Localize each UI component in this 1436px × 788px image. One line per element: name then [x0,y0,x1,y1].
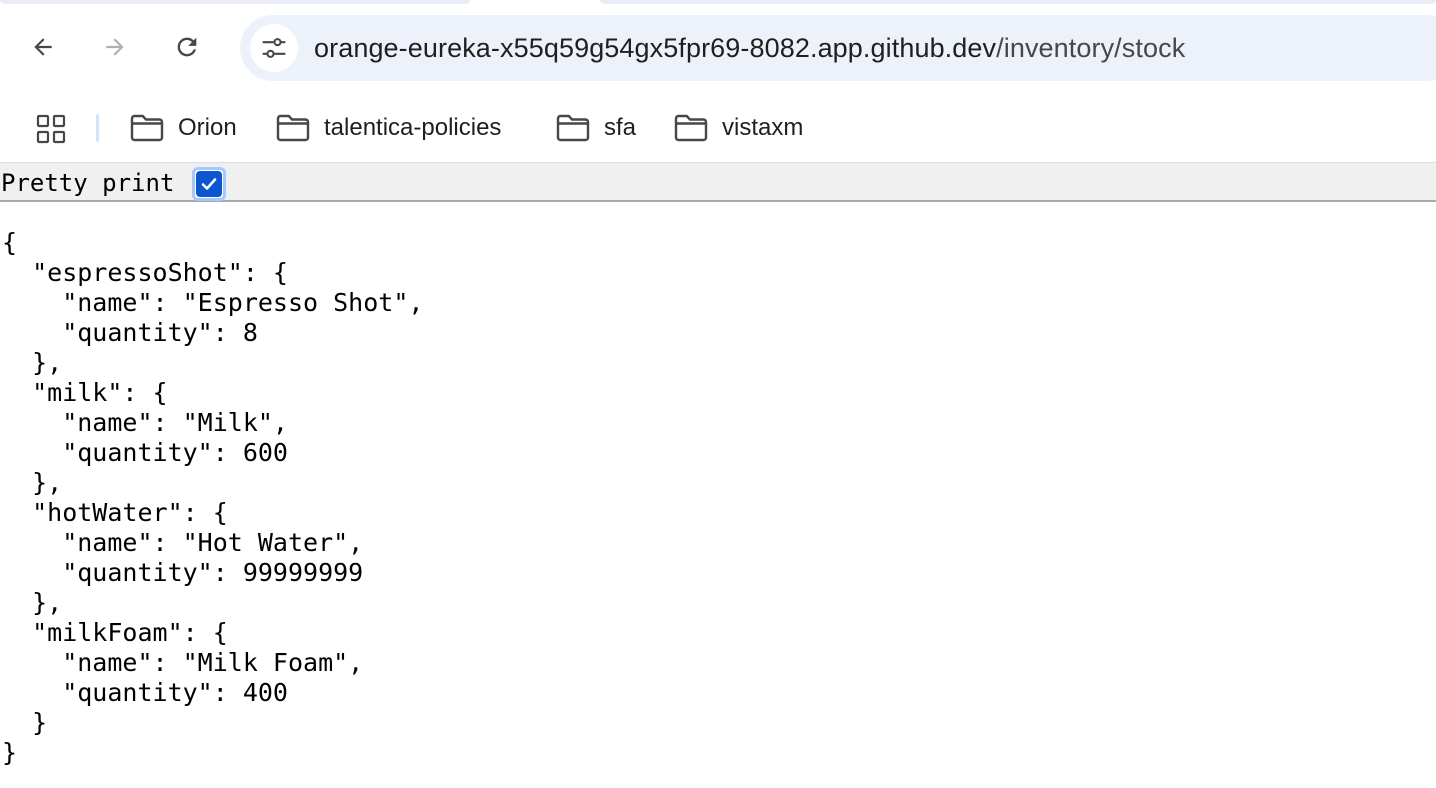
pretty-print-label: Pretty print [1,169,175,197]
forward-button[interactable] [94,26,136,68]
tab-strip [0,0,1436,6]
json-content: { "espressoShot": { "name": "Espresso Sh… [2,228,424,767]
pretty-print-checkbox[interactable] [192,167,226,201]
bookmark-folder-talentica-policies[interactable]: talentica-policies [276,110,501,146]
url-text[interactable]: orange-eureka-x55q59g54gx5fpr69-8082.app… [314,32,1185,64]
bookmarks-bar: Orion talentica-policies sfa vistaxm [0,100,1436,156]
apps-button[interactable] [36,114,66,149]
bookmark-label: Orion [178,114,237,141]
arrow-left-icon [34,38,52,56]
site-info-button[interactable] [250,24,298,72]
tune-icon [262,38,286,58]
bookmark-label: sfa [604,114,637,141]
url-host: orange-eureka-x55q59g54gx5fpr69-8082.app… [314,33,997,63]
checkmark-icon [201,178,217,190]
grid-icon [36,114,66,144]
bookmark-label: vistaxm [722,114,804,141]
folder-icon [276,114,310,142]
reload-icon [177,37,197,57]
checkbox-fill [196,171,222,197]
bookmark-folder-vistaxm[interactable]: vistaxm [674,110,803,146]
reload-button[interactable] [166,26,208,68]
bookmark-folder-sfa[interactable]: sfa [556,110,636,146]
pretty-print-bar: Pretty print [0,162,1436,202]
bookmarks-divider [96,114,99,142]
address-bar[interactable]: orange-eureka-x55q59g54gx5fpr69-8082.app… [240,15,1436,81]
back-button[interactable] [22,26,64,68]
browser-toolbar: orange-eureka-x55q59g54gx5fpr69-8082.app… [0,0,1436,162]
url-path: /inventory/stock [996,33,1186,63]
folder-icon [674,114,708,142]
bookmark-label: talentica-policies [324,114,502,141]
bookmark-folder-orion[interactable]: Orion [130,110,237,146]
arrow-right-icon [106,38,124,56]
folder-icon [556,114,590,142]
folder-icon [130,114,164,142]
